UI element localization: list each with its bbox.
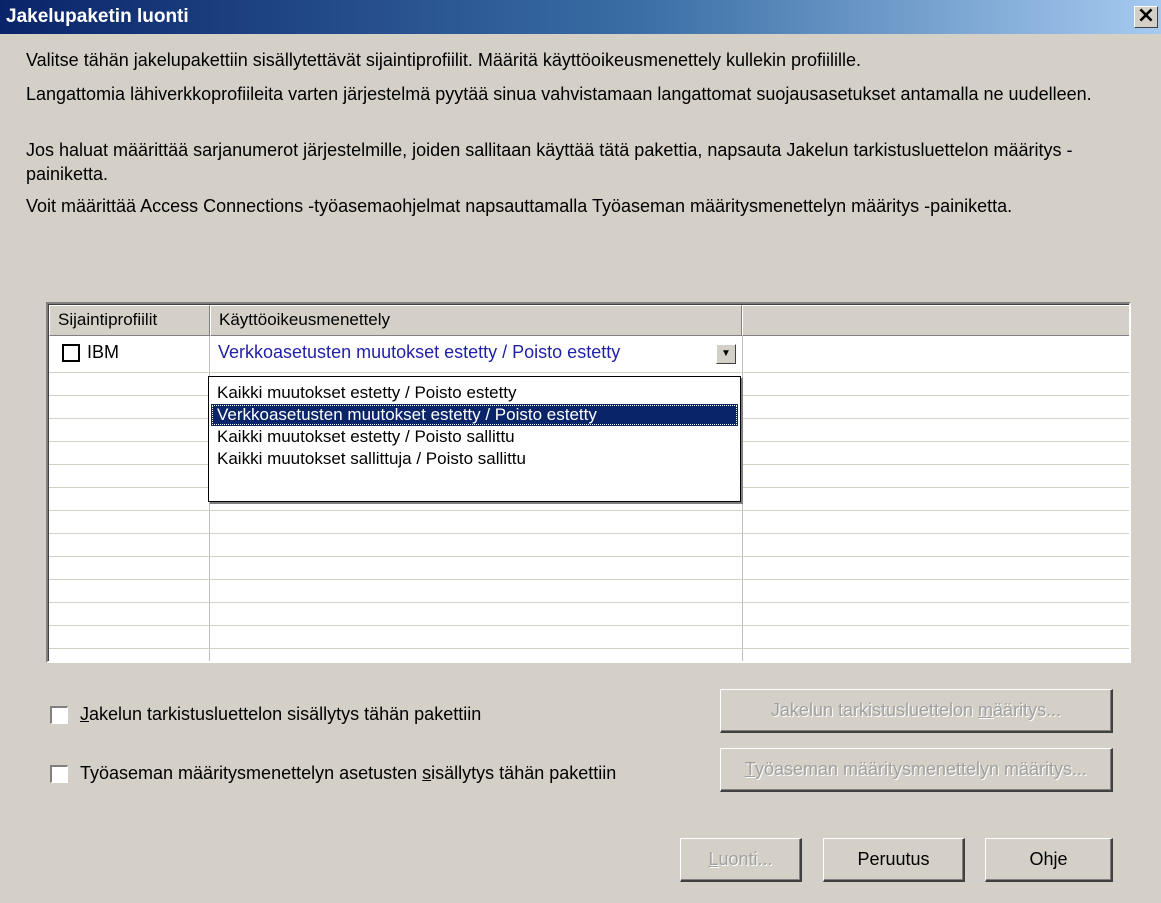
close-icon[interactable]: × — [1134, 5, 1158, 28]
dropdown-option[interactable]: Kaikki muutokset estetty / Poisto sallit… — [211, 426, 738, 448]
column-header-filler — [742, 305, 1129, 336]
profile-checkbox[interactable] — [62, 344, 80, 362]
instruction-1: Valitse tähän jakelupakettiin sisällytet… — [26, 50, 862, 70]
checklist-include-checkbox[interactable] — [50, 706, 68, 724]
chevron-down-icon[interactable]: ▼ — [716, 344, 736, 364]
dropdown-option[interactable]: Kaikki muutokset sallittuja / Poisto sal… — [211, 448, 738, 470]
checklist-define-button[interactable]: Jakelun tarkistusluettelon määritys... — [720, 689, 1113, 733]
dropdown-option[interactable]: Kaikki muutokset estetty / Poisto estett… — [211, 382, 738, 404]
row-divider — [49, 625, 1129, 626]
workstation-include-label[interactable]: Työaseman määritysmenettelyn asetusten s… — [80, 763, 616, 784]
row-divider — [49, 372, 1129, 373]
row-divider — [49, 602, 1129, 603]
column-header-policy[interactable]: Käyttöoikeusmenettely — [210, 305, 742, 336]
workstation-include-checkbox[interactable] — [50, 765, 68, 783]
instruction-4: Voit määrittää Access Connections -työas… — [26, 196, 1013, 216]
row-divider — [49, 579, 1129, 580]
dialog-window: Jakelupaketin luonti × Valitse tähän jak… — [0, 0, 1161, 903]
table-row[interactable]: IBM Verkkoasetusten muutokset estetty / … — [49, 336, 1129, 372]
row-divider — [49, 510, 1129, 511]
instruction-3: Jos haluat määrittää sarjanumerot järjes… — [26, 140, 1073, 184]
checklist-include-label[interactable]: Jakelun tarkistusluettelon sisällytys tä… — [80, 704, 481, 725]
column-header-profiles[interactable]: Sijaintiprofiilit — [49, 305, 210, 336]
row-divider — [49, 648, 1129, 649]
title-bar[interactable]: Jakelupaketin luonti × — [0, 0, 1161, 34]
window-title: Jakelupaketin luonti — [6, 6, 189, 27]
create-button[interactable]: Luonti... — [680, 838, 802, 882]
workstation-define-button[interactable]: Työaseman määritysmenettelyn määritys... — [720, 748, 1113, 792]
cancel-button[interactable]: Peruutus — [823, 838, 965, 882]
policy-dropdown-list: Kaikki muutokset estetty / Poisto estett… — [208, 376, 741, 502]
row-divider — [49, 556, 1129, 557]
help-button[interactable]: Ohje — [985, 838, 1113, 882]
instruction-2: Langattomia lähiverkkoprofiileita varten… — [26, 84, 1092, 104]
row-divider — [49, 533, 1129, 534]
dropdown-option-selected[interactable]: Verkkoasetusten muutokset estetty / Pois… — [211, 404, 738, 426]
profile-name: IBM — [87, 342, 120, 362]
column-divider — [742, 336, 743, 661]
policy-combo-value[interactable]: Verkkoasetusten muutokset estetty / Pois… — [218, 342, 620, 363]
